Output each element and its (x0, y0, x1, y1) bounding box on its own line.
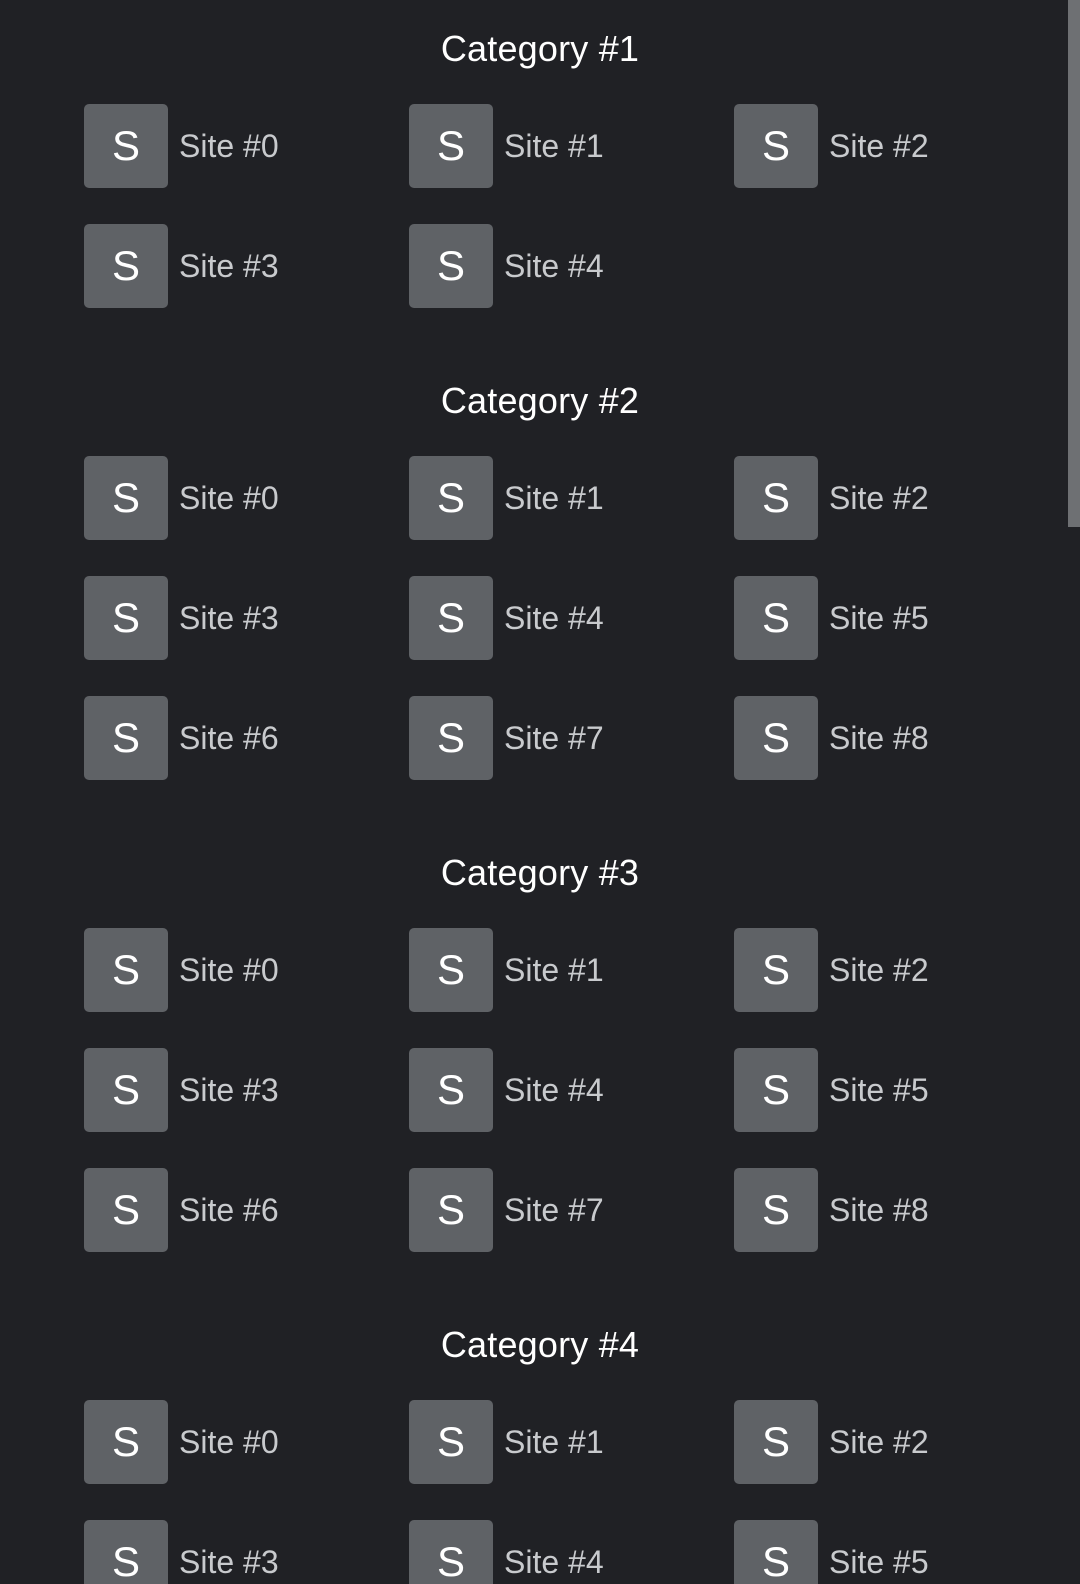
site-letter-icon[interactable]: S (84, 224, 168, 308)
site-label[interactable]: Site #4 (504, 248, 604, 285)
site-letter-icon[interactable]: S (734, 1168, 818, 1252)
site-item[interactable]: S Site #1 (409, 104, 604, 188)
site-label[interactable]: Site #4 (504, 1544, 604, 1581)
site-letter-icon[interactable]: S (84, 456, 168, 540)
site-item[interactable]: S Site #4 (409, 1048, 604, 1132)
site-letter-icon[interactable]: S (84, 1520, 168, 1584)
site-item[interactable]: S Site #1 (409, 1400, 604, 1484)
site-item[interactable]: S Site #3 (84, 1520, 279, 1584)
site-label[interactable]: Site #2 (829, 1424, 929, 1461)
site-label[interactable]: Site #6 (179, 720, 279, 757)
category-title: Category #2 (440, 380, 640, 421)
site-letter-icon[interactable]: S (84, 696, 168, 780)
site-item[interactable]: S Site #3 (84, 576, 279, 660)
site-letter-icon[interactable]: S (734, 696, 818, 780)
site-item[interactable]: S Site #2 (734, 456, 929, 540)
site-item[interactable]: S Site #4 (409, 224, 604, 308)
site-label[interactable]: Site #7 (504, 1192, 604, 1229)
site-item[interactable]: S Site #5 (734, 1048, 929, 1132)
site-item[interactable]: S Site #8 (734, 1168, 929, 1252)
site-label[interactable]: Site #3 (179, 1544, 279, 1581)
site-item[interactable]: S Site #1 (409, 928, 604, 1012)
site-label[interactable]: Site #4 (504, 1072, 604, 1109)
site-item[interactable]: S Site #4 (409, 576, 604, 660)
site-letter-icon[interactable]: S (84, 1168, 168, 1252)
site-label[interactable]: Site #3 (179, 248, 279, 285)
site-letter-icon[interactable]: S (84, 576, 168, 660)
site-letter-icon[interactable]: S (734, 928, 818, 1012)
site-label[interactable]: Site #2 (829, 480, 929, 517)
site-letter-icon[interactable]: S (409, 104, 493, 188)
site-letter-icon[interactable]: S (734, 576, 818, 660)
site-letter-icon[interactable]: S (84, 928, 168, 1012)
site-label[interactable]: Site #0 (179, 952, 279, 989)
site-letter-icon[interactable]: S (409, 456, 493, 540)
site-letter-icon[interactable]: S (409, 928, 493, 1012)
site-label[interactable]: Site #5 (829, 600, 929, 637)
site-item[interactable]: S Site #6 (84, 696, 279, 780)
scrollbar-track[interactable] (1068, 0, 1080, 1584)
site-letter-icon[interactable]: S (734, 1520, 818, 1584)
site-label[interactable]: Site #3 (179, 1072, 279, 1109)
site-letter-icon[interactable]: S (409, 1048, 493, 1132)
site-label[interactable]: Site #5 (829, 1072, 929, 1109)
site-label[interactable]: Site #0 (179, 128, 279, 165)
site-letter-icon[interactable]: S (409, 696, 493, 780)
site-letter-icon[interactable]: S (409, 1400, 493, 1484)
site-label[interactable]: Site #1 (504, 1424, 604, 1461)
site-item[interactable]: S Site #7 (409, 696, 604, 780)
site-item[interactable]: S Site #0 (84, 1400, 279, 1484)
site-letter-icon[interactable]: S (84, 1048, 168, 1132)
site-item[interactable]: S Site #5 (734, 1520, 929, 1584)
site-item[interactable]: S Site #4 (409, 1520, 604, 1584)
site-item[interactable]: S Site #8 (734, 696, 929, 780)
scrollbar-thumb[interactable] (1068, 0, 1080, 527)
site-label[interactable]: Site #2 (829, 128, 929, 165)
category-title: Category #1 (440, 28, 640, 69)
site-letter-icon[interactable]: S (409, 1520, 493, 1584)
site-label[interactable]: Site #0 (179, 480, 279, 517)
site-item[interactable]: S Site #3 (84, 224, 279, 308)
site-label[interactable]: Site #5 (829, 1544, 929, 1581)
site-label[interactable]: Site #8 (829, 1192, 929, 1229)
site-letter-icon[interactable]: S (409, 224, 493, 308)
site-letter-icon[interactable]: S (409, 1168, 493, 1252)
site-item[interactable]: S Site #2 (734, 928, 929, 1012)
site-item[interactable]: S Site #0 (84, 456, 279, 540)
site-letter-icon[interactable]: S (734, 1400, 818, 1484)
site-label[interactable]: Site #1 (504, 128, 604, 165)
site-item[interactable]: S Site #7 (409, 1168, 604, 1252)
category-title: Category #3 (440, 852, 640, 893)
site-letter-icon[interactable]: S (734, 104, 818, 188)
site-item[interactable]: S Site #6 (84, 1168, 279, 1252)
site-label[interactable]: Site #2 (829, 952, 929, 989)
site-item[interactable]: S Site #3 (84, 1048, 279, 1132)
site-label[interactable]: Site #7 (504, 720, 604, 757)
site-letter-icon[interactable]: S (84, 104, 168, 188)
site-label[interactable]: Site #1 (504, 480, 604, 517)
site-item[interactable]: S Site #0 (84, 104, 279, 188)
site-letter-icon[interactable]: S (734, 1048, 818, 1132)
site-letter-icon[interactable]: S (84, 1400, 168, 1484)
site-item[interactable]: S Site #1 (409, 456, 604, 540)
site-label[interactable]: Site #3 (179, 600, 279, 637)
site-item[interactable]: S Site #0 (84, 928, 279, 1012)
site-directory-page: Category #1 S Site #0 S Site #1 S Site #2 S Site… (0, 0, 1080, 1584)
site-label[interactable]: Site #0 (179, 1424, 279, 1461)
site-label[interactable]: Site #6 (179, 1192, 279, 1229)
category-title: Category #4 (440, 1324, 640, 1365)
site-letter-icon[interactable]: S (734, 456, 818, 540)
site-label[interactable]: Site #4 (504, 600, 604, 637)
site-label[interactable]: Site #1 (504, 952, 604, 989)
site-item[interactable]: S Site #5 (734, 576, 929, 660)
site-label[interactable]: Site #8 (829, 720, 929, 757)
site-item[interactable]: S Site #2 (734, 1400, 929, 1484)
site-letter-icon[interactable]: S (409, 576, 493, 660)
site-item[interactable]: S Site #2 (734, 104, 929, 188)
